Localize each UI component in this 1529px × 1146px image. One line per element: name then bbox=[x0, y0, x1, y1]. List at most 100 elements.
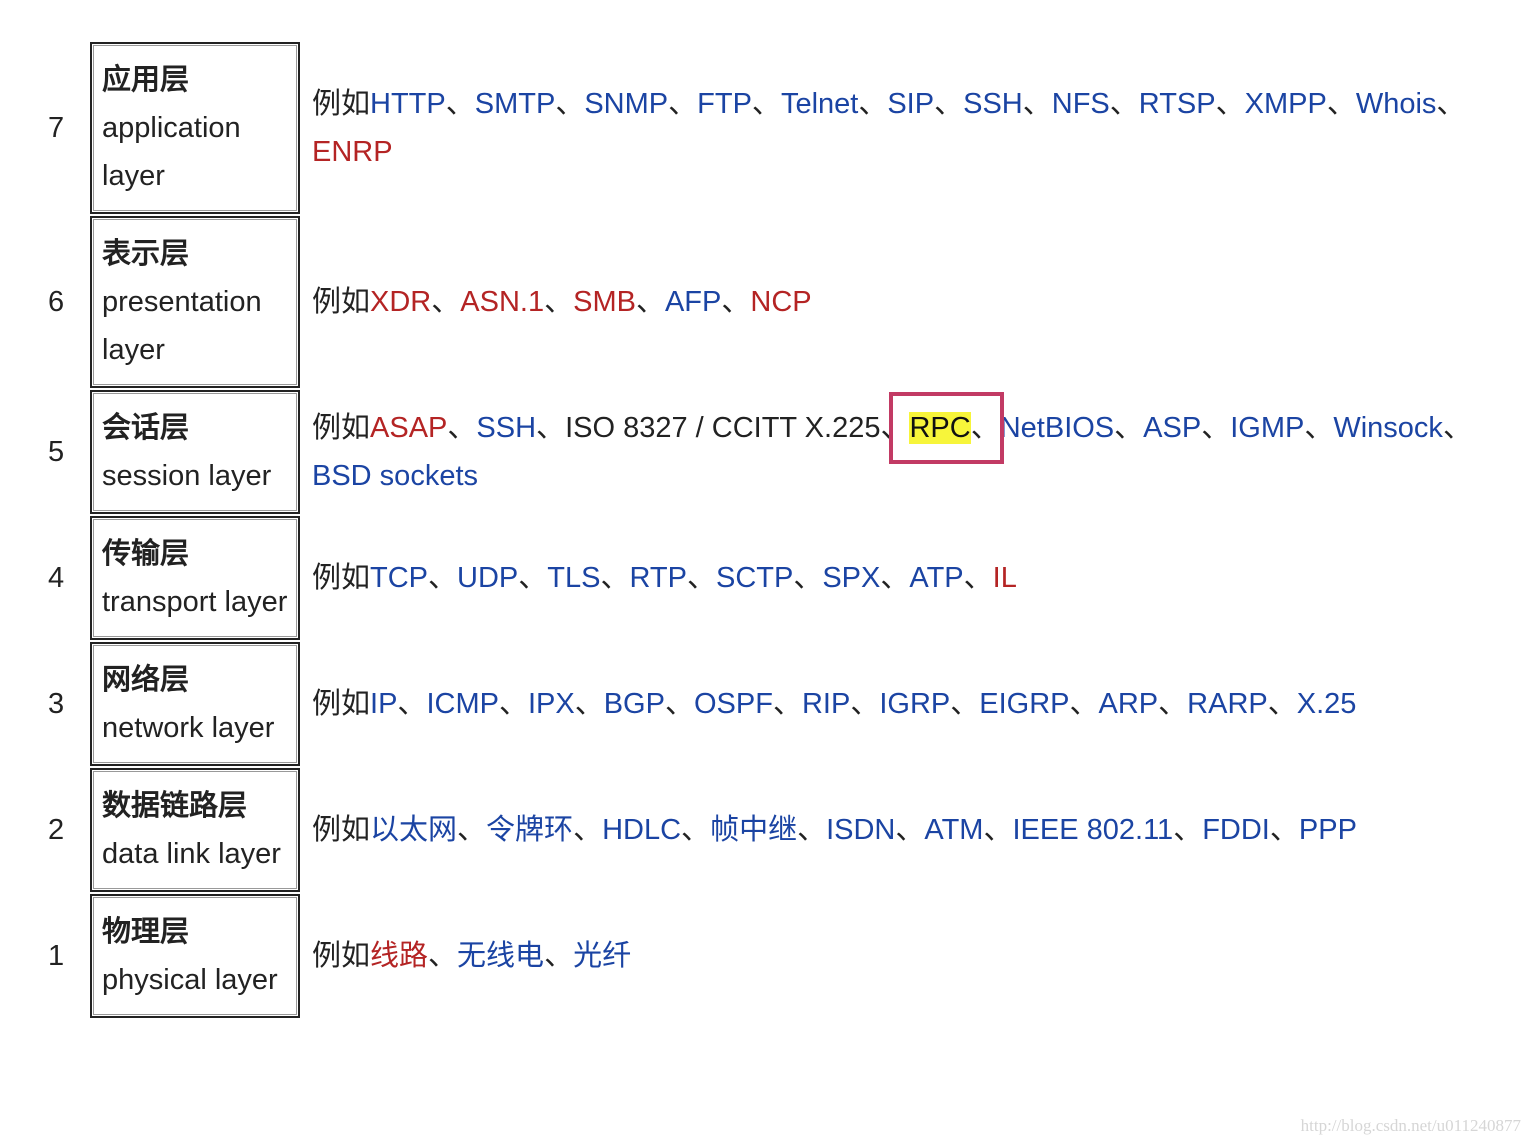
layer-number: 5 bbox=[48, 436, 65, 468]
separator: 、 bbox=[895, 814, 925, 846]
annotated-protocol: RPC、 bbox=[909, 412, 1000, 444]
prefix-text: 例如 bbox=[312, 412, 371, 444]
separator: 、 bbox=[555, 88, 585, 120]
osi-layers-table: 7 应用层 application layer 例如HTTP、SMTP、SNMP、FT… bbox=[38, 40, 1512, 1020]
protocol-link[interactable]: AFP bbox=[665, 286, 721, 318]
protocol-text: ISO 8327 / CCITT X.225 bbox=[565, 412, 881, 444]
protocol-link[interactable]: SPX bbox=[822, 562, 880, 594]
protocol-link[interactable]: 光纤 bbox=[573, 940, 631, 972]
protocol-link[interactable]: BSD sockets bbox=[312, 460, 478, 492]
prefix-text: 例如 bbox=[312, 940, 371, 972]
protocol-link[interactable]: 令牌环 bbox=[486, 814, 573, 846]
protocol-link[interactable]: 以太网 bbox=[370, 814, 457, 846]
protocol-link[interactable]: IEEE 802.11 bbox=[1012, 814, 1173, 846]
protocol-link[interactable]: SCTP bbox=[716, 562, 793, 594]
layer-name-en: session layer bbox=[102, 460, 272, 492]
protocol-link[interactable]: Whois bbox=[1356, 88, 1437, 120]
separator: 、 bbox=[983, 814, 1013, 846]
separator: 、 bbox=[797, 814, 827, 846]
protocol-link[interactable]: IP bbox=[370, 688, 397, 720]
protocol-link[interactable]: ARP bbox=[1099, 688, 1159, 720]
separator: 、 bbox=[1158, 688, 1188, 720]
protocol-link[interactable]: 线路 bbox=[370, 940, 428, 972]
protocol-link[interactable]: NFS bbox=[1052, 88, 1110, 120]
protocol-link[interactable]: EIGRP bbox=[979, 688, 1069, 720]
protocol-link[interactable]: SSH bbox=[963, 88, 1023, 120]
separator: 、 bbox=[772, 688, 802, 720]
protocol-link[interactable]: ICMP bbox=[426, 688, 499, 720]
protocol-link[interactable]: PPP bbox=[1299, 814, 1357, 846]
protocol-link[interactable]: NCP bbox=[750, 286, 811, 318]
separator: 、 bbox=[1022, 88, 1052, 120]
protocol-link[interactable]: RIP bbox=[802, 688, 850, 720]
protocol-link[interactable]: BGP bbox=[604, 688, 665, 720]
layer-number: 4 bbox=[48, 562, 65, 594]
separator: 、 bbox=[518, 562, 548, 594]
separator: 、 bbox=[793, 562, 823, 594]
layer-name-cell: 网络层 network layer bbox=[90, 642, 300, 766]
layer-number: 3 bbox=[48, 688, 65, 720]
protocol-link[interactable]: IL bbox=[993, 562, 1017, 594]
protocol-link[interactable]: SSH bbox=[476, 412, 536, 444]
protocol-link[interactable]: X.25 bbox=[1297, 688, 1357, 720]
layer-number: 7 bbox=[48, 112, 65, 144]
separator: 、 bbox=[950, 688, 980, 720]
separator: 、 bbox=[1114, 412, 1144, 444]
layer-name-cn: 网络层 bbox=[102, 664, 190, 696]
protocol-link[interactable]: ISDN bbox=[826, 814, 895, 846]
protocol-link[interactable]: 帧中继 bbox=[710, 814, 797, 846]
protocol-link[interactable]: XMPP bbox=[1245, 88, 1327, 120]
protocol-link[interactable]: HTTP bbox=[370, 88, 446, 120]
separator: 、 bbox=[1442, 412, 1472, 444]
layer-row-2: 2 数据链路层 data link layer 例如以太网、令牌环、HDLC、帧中继、… bbox=[38, 768, 1512, 892]
protocol-link[interactable]: ASAP bbox=[370, 412, 447, 444]
separator: 、 bbox=[457, 814, 487, 846]
protocol-link[interactable]: ATM bbox=[924, 814, 983, 846]
separator: 、 bbox=[544, 286, 574, 318]
separator: 、 bbox=[431, 286, 461, 318]
separator: 、 bbox=[970, 412, 1000, 444]
watermark: http://blog.csdn.net/u011240877 bbox=[1300, 1116, 1521, 1135]
protocol-link[interactable]: UDP bbox=[457, 562, 518, 594]
protocol-link[interactable]: 无线电 bbox=[457, 940, 544, 972]
protocol-link[interactable]: RARP bbox=[1187, 688, 1268, 720]
separator: 、 bbox=[668, 88, 698, 120]
protocol-link[interactable]: Winsock bbox=[1333, 412, 1443, 444]
protocol-link[interactable]: SMB bbox=[573, 286, 636, 318]
protocol-link[interactable]: ENRP bbox=[312, 136, 393, 168]
separator: 、 bbox=[428, 562, 458, 594]
layer-number: 1 bbox=[48, 940, 65, 972]
separator: 、 bbox=[686, 562, 716, 594]
protocol-link[interactable]: IGMP bbox=[1230, 412, 1304, 444]
separator: 、 bbox=[880, 412, 910, 444]
protocol-link[interactable]: RTSP bbox=[1139, 88, 1216, 120]
protocol-link[interactable]: IPX bbox=[528, 688, 575, 720]
protocol-link[interactable]: ASN.1 bbox=[460, 286, 544, 318]
protocol-link[interactable]: TLS bbox=[547, 562, 600, 594]
protocol-link[interactable]: SMTP bbox=[475, 88, 556, 120]
layer-row-3: 3 网络层 network layer 例如IP、ICMP、IPX、BGP、OSPF、… bbox=[38, 642, 1512, 766]
protocol-link[interactable]: Telnet bbox=[781, 88, 858, 120]
separator: 、 bbox=[681, 814, 711, 846]
protocol-link[interactable]: IGRP bbox=[879, 688, 950, 720]
protocol-link[interactable]: RTP bbox=[629, 562, 686, 594]
protocol-link[interactable]: FTP bbox=[697, 88, 752, 120]
separator: 、 bbox=[447, 412, 477, 444]
protocol-link[interactable]: FDDI bbox=[1202, 814, 1270, 846]
separator: 、 bbox=[573, 814, 603, 846]
layer-name-cn: 应用层 bbox=[102, 64, 190, 96]
protocol-link[interactable]: NetBIOS bbox=[1000, 412, 1114, 444]
protocol-link[interactable]: SIP bbox=[887, 88, 934, 120]
layer-name-en: transport layer bbox=[102, 586, 288, 618]
protocol-link[interactable]: TCP bbox=[370, 562, 428, 594]
protocol-link[interactable]: SNMP bbox=[584, 88, 668, 120]
layer-name-cell: 表示层 presentation layer bbox=[90, 216, 300, 388]
separator: 、 bbox=[1201, 412, 1231, 444]
protocol-link[interactable]: HDLC bbox=[602, 814, 681, 846]
protocol-link[interactable]: ASP bbox=[1143, 412, 1201, 444]
protocol-link[interactable]: ATP bbox=[909, 562, 963, 594]
protocol-link[interactable]: XDR bbox=[370, 286, 431, 318]
separator: 、 bbox=[934, 88, 964, 120]
protocol-link[interactable]: OSPF bbox=[694, 688, 773, 720]
layer-name-en: data link layer bbox=[102, 838, 281, 870]
